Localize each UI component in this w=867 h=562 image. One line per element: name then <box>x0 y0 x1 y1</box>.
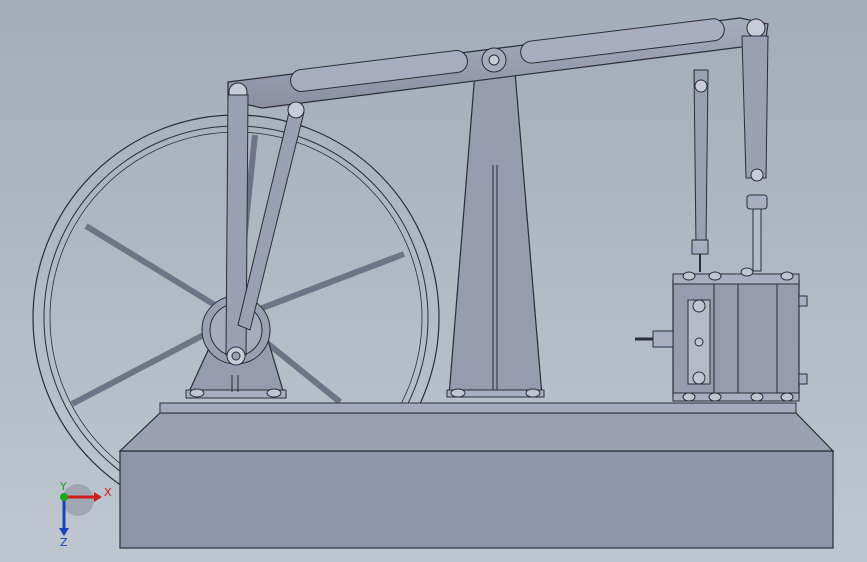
y-axis-label: Y <box>59 480 67 493</box>
piston-rods <box>691 35 769 272</box>
base-block <box>118 402 835 549</box>
x-axis-label: X <box>104 486 112 499</box>
y-axis-dot <box>60 493 68 501</box>
axis-triad[interactable]: X Y Z <box>59 480 112 549</box>
steam-engine-model[interactable]: X Y Z <box>0 0 867 562</box>
cylinder <box>635 267 808 402</box>
cad-viewport[interactable]: X Y Z <box>0 0 867 562</box>
x-arrowhead <box>94 492 102 502</box>
triad-disc <box>62 484 94 516</box>
center-column <box>446 71 545 398</box>
z-arrowhead <box>59 528 69 536</box>
z-axis-label: Z <box>60 536 68 549</box>
